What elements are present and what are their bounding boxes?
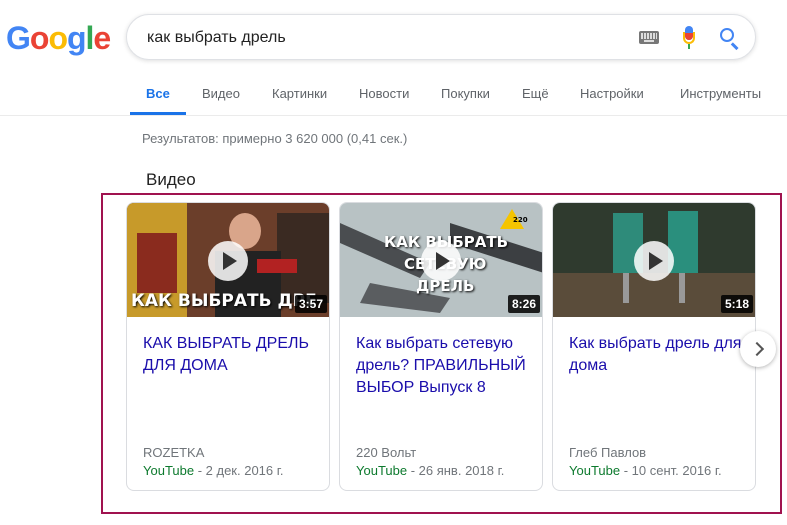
microphone-icon[interactable] [683, 26, 695, 50]
logo-letter: g [66, 20, 87, 56]
play-icon [634, 241, 674, 281]
tab-settings[interactable]: Настройки [580, 86, 644, 101]
logo-letter: G [6, 20, 31, 56]
video-card[interactable]: КАК ВЫБРАТЬ ДРЕ 3:57 КАК ВЫБРАТЬ ДРЕЛЬ Д… [126, 202, 330, 491]
video-source: YouTube [569, 463, 621, 478]
tab-images[interactable]: Картинки [272, 86, 327, 101]
tab-shopping[interactable]: Покупки [441, 86, 490, 101]
video-card[interactable]: 5:18 Как выбрать дрель для дома Глеб Пав… [552, 202, 756, 491]
keyboard-icon[interactable] [639, 31, 659, 44]
logo-letter: l [85, 20, 95, 56]
results-stats: Результатов: примерно 3 620 000 (0,41 се… [142, 131, 408, 146]
video-duration: 8:26 [507, 295, 540, 313]
section-title: Видео [146, 170, 196, 189]
carousel-next-button[interactable] [740, 331, 776, 367]
video-duration: 5:18 [720, 295, 753, 313]
video-thumbnail[interactable]: КАК ВЫБРАТЬ ДРЕ 3:57 [127, 203, 329, 317]
channel-badge: 220 [513, 216, 528, 224]
video-thumbnail[interactable]: КАК ВЫБРАТЬ СЕТЕВУЮ ДРЕЛЬ 220 8:26 [340, 203, 542, 317]
video-duration: 3:57 [294, 295, 327, 313]
tab-video[interactable]: Видео [202, 86, 240, 101]
video-meta: YouTube - 26 янв. 2018 г. [356, 463, 504, 478]
play-icon [421, 241, 461, 281]
video-title-link[interactable]: КАК ВЫБРАТЬ ДРЕЛЬ ДЛЯ ДОМА [143, 333, 321, 377]
video-source: YouTube [143, 463, 195, 478]
google-logo[interactable]: Google [6, 20, 111, 57]
logo-letter: o [48, 20, 68, 56]
tab-more[interactable]: Ещё [522, 86, 549, 101]
video-date: - 2 дек. 2016 г. [194, 463, 284, 478]
video-title-link[interactable]: Как выбрать дрель для дома [569, 333, 747, 377]
tab-tools[interactable]: Инструменты [680, 86, 761, 101]
search-tabs: Все Видео Картинки Новости Покупки Ещё Н… [0, 82, 787, 116]
video-meta: YouTube - 10 сент. 2016 г. [569, 463, 722, 478]
video-title-link[interactable]: Как выбрать сетевую дрель? ПРАВИЛЬНЫЙ ВЫ… [356, 333, 534, 399]
tab-news[interactable]: Новости [359, 86, 409, 101]
video-channel: Глеб Павлов [569, 445, 647, 460]
video-source: YouTube [356, 463, 408, 478]
video-channel: 220 Вольт [356, 445, 417, 460]
active-tab-indicator [130, 112, 186, 115]
logo-letter: o [29, 20, 50, 56]
search-input[interactable]: как выбрать дрель [147, 29, 286, 47]
video-meta: YouTube - 2 дек. 2016 г. [143, 463, 284, 478]
thumbnail-caption: КАК ВЫБРАТЬ ДРЕ [131, 291, 317, 311]
play-icon [208, 241, 248, 281]
search-icon[interactable] [719, 27, 741, 50]
tab-all[interactable]: Все [146, 86, 170, 101]
video-card[interactable]: КАК ВЫБРАТЬ СЕТЕВУЮ ДРЕЛЬ 220 8:26 Как в… [339, 202, 543, 491]
logo-letter: e [93, 20, 111, 56]
video-date: - 26 янв. 2018 г. [407, 463, 505, 478]
search-box[interactable]: как выбрать дрель [126, 14, 756, 60]
video-channel: ROZETKA [143, 445, 205, 460]
video-thumbnail[interactable]: 5:18 [553, 203, 755, 317]
video-date: - 10 сент. 2016 г. [620, 463, 722, 478]
